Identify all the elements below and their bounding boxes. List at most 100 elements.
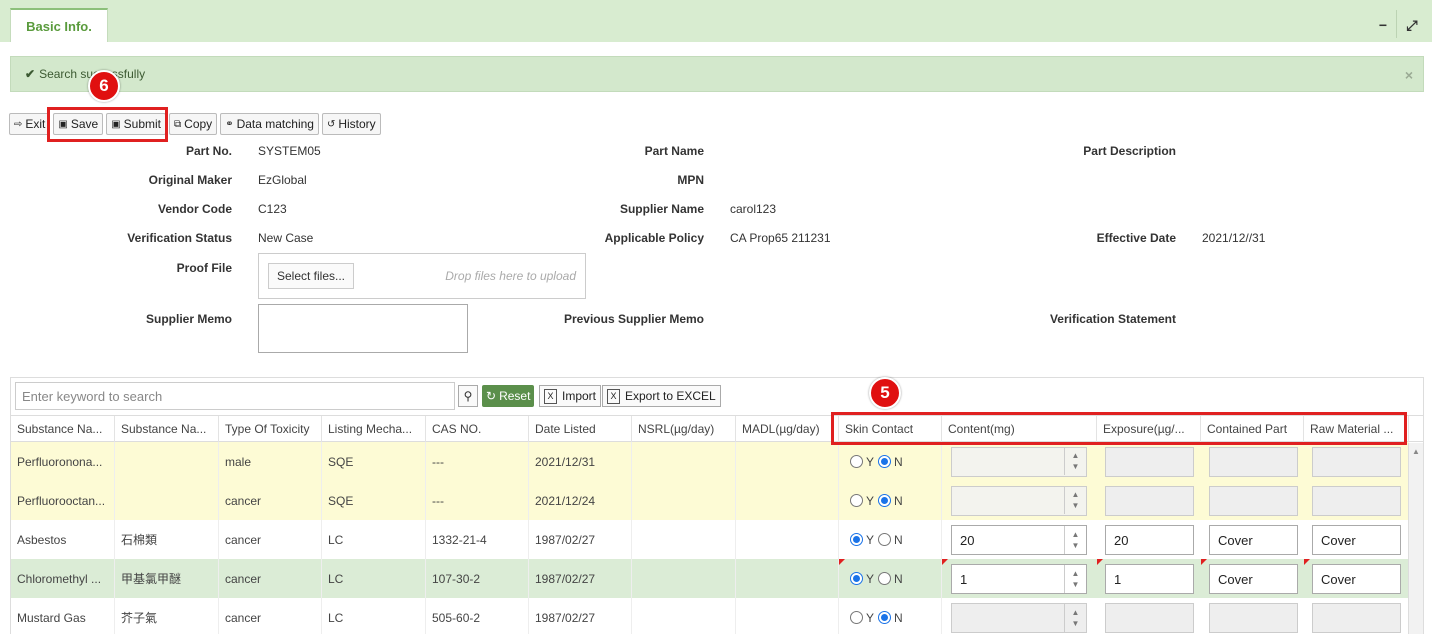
radio-n[interactable]: [878, 611, 892, 624]
stepper-icon[interactable]: ▲ ▼: [1064, 447, 1086, 475]
table-row[interactable]: Perfluoronona... male SQE --- 2021/12/31…: [11, 442, 1409, 481]
radio-y[interactable]: [850, 533, 863, 546]
original-maker-value: EzGlobal: [258, 173, 307, 187]
radio-y[interactable]: [850, 611, 863, 624]
data-matching-button[interactable]: ⚭ Data matching: [220, 113, 319, 135]
part-description-label: Part Description: [1083, 144, 1176, 158]
cell-skin-contact: Y N: [839, 598, 942, 634]
contained-part-input[interactable]: [1209, 603, 1298, 633]
contained-part-input[interactable]: Cover: [1209, 564, 1298, 594]
exposure-input[interactable]: 1: [1105, 564, 1194, 594]
cell-toxicity: cancer: [219, 598, 322, 634]
search-icon[interactable]: ⚲: [458, 385, 478, 407]
annotation-badge-6: 6: [88, 70, 120, 102]
column-header[interactable]: Substance Na...: [115, 416, 219, 442]
exposure-input[interactable]: [1105, 486, 1194, 516]
stepper-icon[interactable]: ▲ ▼: [1064, 604, 1086, 632]
tab-basic-info[interactable]: Basic Info.: [10, 8, 108, 42]
cell-madl: [736, 520, 839, 559]
raw-material-input[interactable]: Cover: [1312, 525, 1401, 555]
cell-toxicity: cancer: [219, 520, 322, 559]
copy-button[interactable]: ⧉ Copy: [169, 113, 218, 135]
exposure-input[interactable]: 20: [1105, 525, 1194, 555]
vendor-code-value: C123: [258, 202, 287, 216]
radio-n[interactable]: [878, 455, 892, 468]
cell-substance-name-local: [115, 481, 219, 520]
cell-substance-name: Perfluorooctan...: [11, 481, 115, 520]
exposure-input[interactable]: [1105, 447, 1194, 477]
cell-nsrl: [632, 442, 736, 481]
export-excel-button[interactable]: X Export to EXCEL: [602, 385, 721, 407]
applicable-policy-value: CA Prop65 211231: [730, 231, 831, 245]
import-button[interactable]: X Import: [539, 385, 602, 407]
column-header[interactable]: Type Of Toxicity: [219, 416, 322, 442]
contained-part-input[interactable]: [1209, 486, 1298, 516]
contained-part-input[interactable]: Cover: [1209, 525, 1298, 555]
raw-material-input[interactable]: [1312, 486, 1401, 516]
supplier-name-label: Supplier Name: [619, 202, 704, 216]
radio-n[interactable]: [878, 494, 892, 507]
table-row[interactable]: Mustard Gas 芥子氣 cancer LC 505-60-2 1987/…: [11, 598, 1409, 634]
table-row[interactable]: Chloromethyl ... 甲基氯甲醚 cancer LC 107-30-…: [11, 559, 1409, 598]
cell-skin-contact: Y N: [839, 559, 942, 598]
cell-madl: [736, 598, 839, 634]
stepper-icon[interactable]: ▲ ▼: [1064, 486, 1086, 514]
part-no-label: Part No.: [185, 144, 232, 158]
cell-cas: 107-30-2: [426, 559, 529, 598]
cell-cas: 1332-21-4: [426, 520, 529, 559]
radio-n[interactable]: [878, 533, 892, 546]
cell-mechanism: SQE: [322, 481, 426, 520]
file-dropzone[interactable]: Select files... Drop files here to uploa…: [258, 253, 586, 299]
raw-material-input[interactable]: [1312, 603, 1401, 633]
column-header[interactable]: MADL(µg/day): [736, 416, 839, 442]
applicable-policy-label: Applicable Policy: [604, 231, 704, 245]
cell-substance-name-local: 芥子氣: [115, 598, 219, 634]
minimize-icon[interactable]: −: [1370, 8, 1396, 42]
contained-part-input[interactable]: [1209, 447, 1298, 477]
vertical-scrollbar[interactable]: ▲: [1408, 443, 1423, 634]
column-header[interactable]: Listing Mecha...: [322, 416, 426, 442]
stepper-icon[interactable]: ▲ ▼: [1064, 565, 1086, 593]
excel-icon: X: [607, 388, 620, 404]
cell-cas: ---: [426, 481, 529, 520]
close-icon[interactable]: ×: [1405, 67, 1413, 83]
annotation-badge-5: 5: [869, 377, 901, 409]
column-header[interactable]: CAS NO.: [426, 416, 529, 442]
cell-nsrl: [632, 520, 736, 559]
raw-material-input[interactable]: Cover: [1312, 564, 1401, 594]
reset-button[interactable]: ↻ Reset: [482, 385, 535, 407]
part-name-label: Part Name: [644, 144, 704, 158]
cell-skin-contact: Y N: [839, 442, 942, 481]
link-icon: ⚭: [225, 118, 234, 130]
stepper-icon[interactable]: ▲ ▼: [1064, 526, 1086, 554]
copy-icon: ⧉: [174, 118, 182, 130]
supplier-memo-textarea[interactable]: [258, 304, 468, 353]
cell-mechanism: LC: [322, 559, 426, 598]
table-row[interactable]: Perfluorooctan... cancer SQE --- 2021/12…: [11, 481, 1409, 520]
radio-n[interactable]: [878, 572, 892, 585]
radio-y[interactable]: [850, 572, 863, 585]
select-files-button[interactable]: Select files...: [268, 263, 354, 289]
raw-material-input[interactable]: [1312, 447, 1401, 477]
cell-nsrl: [632, 481, 736, 520]
column-header[interactable]: Substance Na...: [11, 416, 115, 442]
supplier-memo-label: Supplier Memo: [145, 312, 232, 326]
exposure-input[interactable]: [1105, 603, 1194, 633]
proof-file-label: Proof File: [176, 261, 232, 275]
dirty-marker: [942, 559, 948, 565]
column-header[interactable]: NSRL(µg/day): [632, 416, 736, 442]
radio-y[interactable]: [850, 494, 863, 507]
expand-icon[interactable]: ⤢: [1399, 8, 1425, 42]
history-button[interactable]: ↺ History: [321, 113, 381, 135]
exit-button[interactable]: ⇨ Exit: [9, 113, 51, 135]
top-tab-bar: Basic Info. − ⤢: [0, 0, 1432, 42]
table-row[interactable]: Asbestos 石棉類 cancer LC 1332-21-4 1987/02…: [11, 520, 1409, 559]
radio-y[interactable]: [850, 455, 863, 468]
scroll-up-icon[interactable]: ▲: [1412, 447, 1420, 456]
dirty-marker: [1097, 559, 1103, 565]
previous-supplier-memo-label: Previous Supplier Memo: [563, 312, 704, 326]
column-header[interactable]: Date Listed: [529, 416, 632, 442]
search-input[interactable]: Enter keyword to search: [15, 382, 455, 410]
cell-nsrl: [632, 559, 736, 598]
cell-substance-name-local: 甲基氯甲醚: [115, 559, 219, 598]
